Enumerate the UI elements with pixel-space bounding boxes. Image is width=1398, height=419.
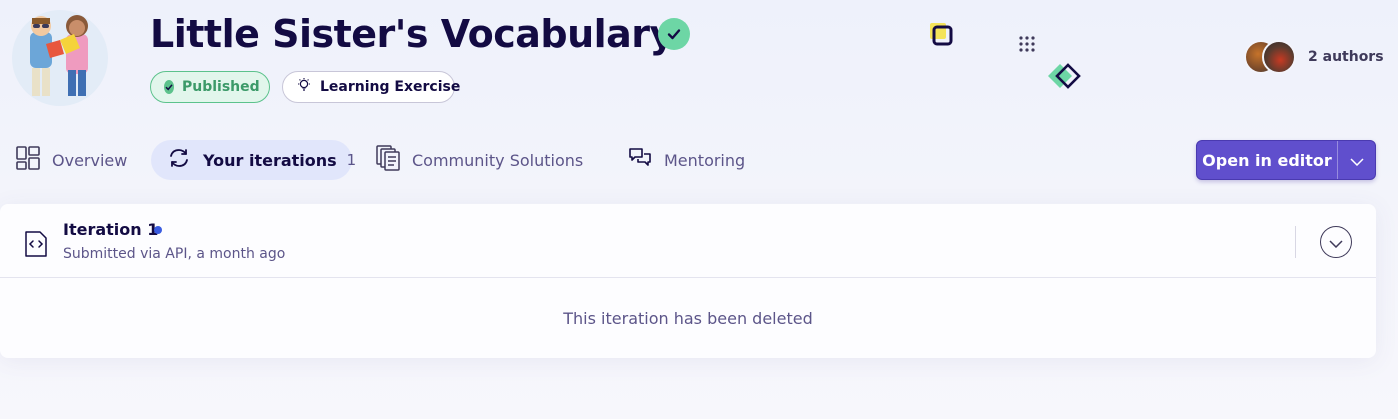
author-avatars <box>1244 40 1296 74</box>
iteration-count: 1 <box>346 151 357 169</box>
tab-your-iterations[interactable]: Your iterations 1 <box>151 140 356 180</box>
tab-mentoring[interactable]: Mentoring <box>612 140 761 180</box>
iteration-deleted-message: This iteration has been deleted <box>563 308 813 328</box>
code-file-icon <box>24 230 48 258</box>
exercise-illustration <box>12 10 108 106</box>
editor-options-button[interactable] <box>1338 141 1375 179</box>
iterations-icon <box>167 146 191 174</box>
iteration-submitted-info: Submitted via API, a month ago <box>63 246 286 262</box>
open-in-editor-button[interactable]: Open in editor <box>1197 141 1337 179</box>
published-badge: Published <box>150 71 270 103</box>
exercise-type-label: Learning Exercise <box>320 79 461 95</box>
iteration-title: Iteration 1 <box>63 220 159 239</box>
mentoring-icon <box>628 146 652 174</box>
tab-label: Mentoring <box>664 150 746 170</box>
lightbulb-icon <box>296 77 312 97</box>
exercise-tabs: Overview Your iterations 1 Community Sol… <box>0 140 1398 180</box>
published-label: Published <box>182 79 260 95</box>
decorative-dots-icon <box>1019 36 1035 52</box>
expand-iteration-button[interactable] <box>1320 226 1352 258</box>
overview-icon <box>16 146 40 174</box>
exercise-title: Little Sister's Vocabulary <box>150 12 674 56</box>
chevron-down-icon <box>1329 233 1343 252</box>
iteration-card: Iteration 1 Submitted via API, a month a… <box>0 204 1376 358</box>
community-solutions-icon <box>376 145 400 175</box>
completed-check-icon <box>658 18 690 50</box>
published-check-icon <box>164 80 174 94</box>
tab-overview[interactable]: Overview <box>0 140 143 180</box>
exercise-type-badge: Learning Exercise <box>282 71 460 103</box>
chevron-down-icon <box>1349 151 1364 170</box>
iteration-header[interactable]: Iteration 1 Submitted via API, a month a… <box>0 204 1376 278</box>
authors[interactable]: 2 authors <box>1244 40 1384 74</box>
authors-count: 2 authors <box>1308 49 1384 65</box>
exercise-header: Little Sister's Vocabulary Published Lea… <box>0 0 1398 120</box>
tab-label: Your iterations <box>203 150 337 170</box>
tab-label: Community Solutions <box>412 150 584 170</box>
iteration-status-dot <box>154 226 162 234</box>
tab-community-solutions[interactable]: Community Solutions <box>360 140 599 180</box>
header-divider <box>1295 226 1296 258</box>
decorative-diamond-icon <box>1048 62 1084 90</box>
decorative-square-icon <box>928 22 954 48</box>
open-in-editor-button-group: Open in editor <box>1196 140 1376 180</box>
avatar <box>1262 40 1296 74</box>
tab-label: Overview <box>52 150 128 170</box>
